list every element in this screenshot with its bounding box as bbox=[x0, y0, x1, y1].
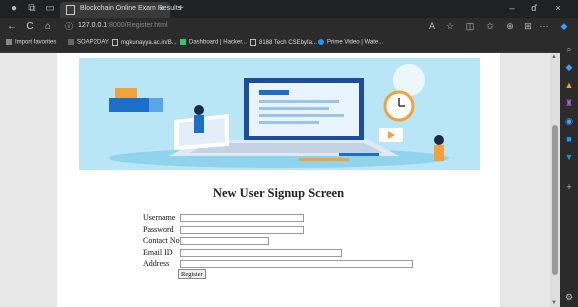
page-icon bbox=[250, 39, 256, 46]
read-aloud-icon[interactable]: A bbox=[426, 21, 438, 31]
workspaces-icon[interactable]: ⧉ bbox=[26, 3, 38, 15]
favorite-star-icon[interactable]: ☆ bbox=[444, 21, 456, 32]
password-label: Password bbox=[143, 225, 174, 234]
sidebar-settings-icon[interactable]: ⚙ bbox=[564, 292, 574, 302]
outlook-icon[interactable]: ■ bbox=[564, 134, 574, 144]
hackerrank-icon bbox=[180, 39, 186, 45]
email-field[interactable] bbox=[180, 249, 342, 257]
site-icon bbox=[68, 39, 74, 45]
favorites-icon[interactable]: ✩ bbox=[484, 21, 496, 32]
extensions-icon[interactable]: ⊞ bbox=[522, 21, 534, 32]
copilot-icon[interactable]: ◆ bbox=[558, 21, 570, 32]
favorite-hackerrank[interactable]: Dashboard | Hacker... bbox=[180, 39, 247, 46]
scrollbar-thumb[interactable] bbox=[552, 125, 558, 275]
page-title: New User Signup Screen bbox=[212, 186, 345, 200]
tab-close-button[interactable]: × bbox=[159, 4, 164, 13]
page-content: New User Signup Screen Username Password… bbox=[57, 53, 500, 307]
scroll-down-icon[interactable]: ▼ bbox=[551, 300, 557, 306]
page-viewport: New User Signup Screen Username Password… bbox=[0, 53, 550, 307]
url-field[interactable]: 127.0.0.1:8000/Register.html bbox=[78, 22, 168, 29]
prime-video-icon bbox=[318, 39, 324, 45]
profile-icon[interactable]: ● bbox=[8, 3, 20, 15]
search-icon[interactable]: ⌕ bbox=[564, 44, 574, 54]
favorite-college[interactable]: mgkunayya.ac.in/B... bbox=[112, 39, 177, 46]
home-button[interactable]: ⌂ bbox=[42, 21, 54, 32]
username-field[interactable] bbox=[180, 214, 304, 222]
drop-icon[interactable]: ▼ bbox=[564, 152, 574, 162]
edge-sidebar: ⌕ ◆ ▲ ♜ ◉ ■ ▼ + ⚙ bbox=[560, 36, 578, 307]
banner-illustration bbox=[79, 58, 480, 170]
page-scrollbar[interactable]: ▲ ▼ bbox=[550, 53, 560, 307]
refresh-button[interactable]: C bbox=[24, 21, 36, 32]
favorite-tech[interactable]: 8188 Tech CSEbyfa... bbox=[250, 39, 317, 46]
more-menu-icon[interactable]: ··· bbox=[538, 21, 550, 31]
minimize-button[interactable]: – bbox=[506, 3, 518, 13]
active-tab[interactable]: Blockchain Online Exam Results × bbox=[60, 2, 181, 18]
url-host: 127.0.0.1 bbox=[78, 22, 108, 29]
favorite-prime-video[interactable]: Prime Video | Wate... bbox=[318, 39, 383, 46]
tools-icon[interactable]: ▲ bbox=[564, 80, 574, 90]
microsoft-365-icon[interactable]: ◉ bbox=[564, 116, 574, 126]
tab-actions-icon[interactable]: ▭ bbox=[44, 3, 56, 15]
favorites-bar: Import favorites SOAP2DAY mgkunayya.ac.i… bbox=[0, 36, 578, 53]
username-label: Username bbox=[143, 213, 176, 222]
education-illustration bbox=[109, 64, 449, 168]
password-field[interactable] bbox=[180, 226, 304, 234]
scroll-up-icon[interactable]: ▲ bbox=[551, 54, 557, 60]
page-icon bbox=[112, 39, 118, 46]
collections-icon[interactable]: ⊕ bbox=[504, 21, 516, 32]
split-screen-icon[interactable]: ◫ bbox=[464, 21, 476, 32]
contact-label: Contact No bbox=[143, 236, 180, 245]
new-tab-button[interactable]: + bbox=[178, 3, 184, 14]
site-info-icon[interactable]: ⓘ bbox=[63, 21, 75, 32]
register-button[interactable]: Register bbox=[178, 269, 206, 279]
email-label: Email ID bbox=[143, 248, 173, 257]
favorite-soap2day[interactable]: SOAP2DAY bbox=[68, 39, 109, 46]
add-sidebar-app-icon[interactable]: + bbox=[564, 182, 574, 192]
folder-icon bbox=[6, 39, 12, 45]
tab-title: Blockchain Online Exam Results bbox=[80, 5, 182, 12]
close-window-button[interactable]: × bbox=[552, 3, 564, 13]
contact-field[interactable] bbox=[180, 237, 269, 245]
restore-button[interactable]: ď bbox=[528, 3, 540, 13]
browser-title-bar: ● ⧉ ▭ Blockchain Online Exam Results × +… bbox=[0, 0, 578, 18]
address-field[interactable] bbox=[180, 260, 413, 268]
shopping-tag-icon[interactable]: ◆ bbox=[564, 62, 574, 72]
games-icon[interactable]: ♜ bbox=[564, 98, 574, 108]
page-icon bbox=[66, 5, 75, 15]
address-label: Address bbox=[143, 259, 170, 268]
back-button[interactable]: ← bbox=[6, 21, 18, 32]
address-bar-row: ← C ⌂ ⓘ 127.0.0.1:8000/Register.html A ☆… bbox=[0, 18, 578, 36]
url-path: :8000/Register.html bbox=[107, 22, 168, 29]
favorite-import[interactable]: Import favorites bbox=[6, 39, 56, 46]
